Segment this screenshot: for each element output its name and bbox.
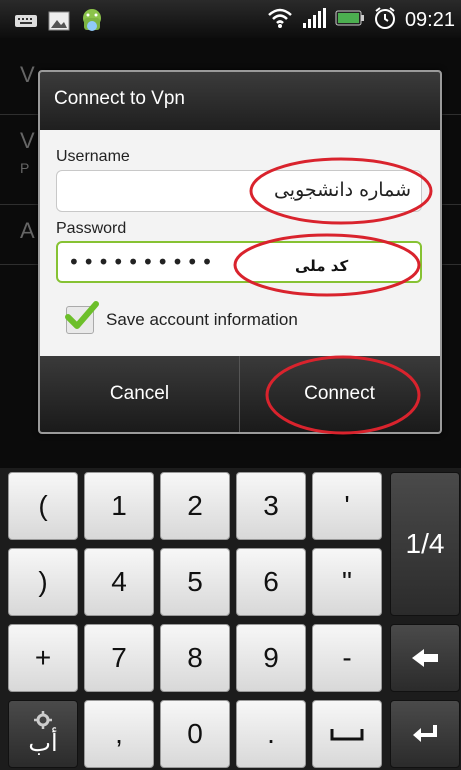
key-apostrophe[interactable]: '	[312, 472, 382, 540]
alarm-icon	[373, 6, 397, 34]
key-period[interactable]: .	[236, 700, 306, 768]
checkmark-icon	[65, 301, 99, 329]
connect-button[interactable]: Connect	[240, 356, 439, 432]
android-icon	[80, 8, 104, 38]
key-2[interactable]: 2	[160, 472, 230, 540]
key-5[interactable]: 5	[160, 548, 230, 616]
status-bar: 09:21	[0, 0, 461, 38]
connect-vpn-dialog: Connect to Vpn Username شماره دانشجویی P…	[38, 70, 442, 434]
space-key[interactable]	[312, 700, 382, 768]
password-field[interactable]	[56, 241, 422, 283]
numeric-keyboard: ( 1 2 3 ' 1/4 ) 4 5 6 " + 7 8 9 - أب , 0…	[0, 468, 461, 770]
background-row-title: A	[20, 218, 35, 243]
key-0[interactable]: 0	[160, 700, 230, 768]
password-input[interactable]	[58, 243, 420, 281]
save-account-label: Save account information	[106, 310, 298, 329]
wifi-icon	[267, 7, 293, 33]
key-1[interactable]: 1	[84, 472, 154, 540]
gear-icon	[34, 710, 52, 729]
username-label: Username	[56, 148, 130, 165]
backspace-icon	[412, 649, 438, 667]
backspace-key[interactable]	[390, 624, 460, 692]
dialog-body: Username شماره دانشجویی Password Save ac…	[40, 130, 440, 356]
key-7[interactable]: 7	[84, 624, 154, 692]
enter-key[interactable]	[390, 700, 460, 768]
key-open-paren[interactable]: (	[8, 472, 78, 540]
keyboard-icon	[14, 13, 38, 33]
cancel-button[interactable]: Cancel	[40, 356, 240, 432]
username-annotation: شماره دانشجویی	[273, 179, 411, 201]
key-9[interactable]: 9	[236, 624, 306, 692]
space-icon	[330, 729, 364, 741]
key-3[interactable]: 3	[236, 472, 306, 540]
username-field[interactable]: شماره دانشجویی	[56, 170, 422, 212]
image-icon	[48, 11, 70, 35]
key-page-toggle[interactable]: 1/4	[390, 472, 460, 616]
dialog-buttons: Cancel Connect	[40, 356, 440, 432]
password-label: Password	[56, 220, 127, 237]
key-comma[interactable]: ,	[84, 700, 154, 768]
key-quote[interactable]: "	[312, 548, 382, 616]
background-row-title: V	[20, 62, 35, 87]
key-language-label: أب	[28, 729, 58, 757]
key-4[interactable]: 4	[84, 548, 154, 616]
key-close-paren[interactable]: )	[8, 548, 78, 616]
signal-icon	[301, 7, 327, 33]
dialog-title: Connect to Vpn	[54, 88, 185, 109]
battery-icon	[335, 9, 365, 31]
password-annotation: کد ملی	[295, 257, 349, 275]
key-6[interactable]: 6	[236, 548, 306, 616]
status-time: 09:21	[404, 8, 455, 31]
key-language[interactable]: أب	[8, 700, 78, 768]
key-8[interactable]: 8	[160, 624, 230, 692]
dialog-title-bar: Connect to Vpn	[40, 72, 440, 130]
background-row-title: V	[20, 128, 35, 153]
save-account-row[interactable]: Save account information	[65, 301, 298, 338]
key-minus[interactable]: -	[312, 624, 382, 692]
background-row-subtitle: P	[20, 160, 30, 176]
save-account-checkbox[interactable]	[65, 301, 99, 334]
enter-icon	[413, 725, 437, 742]
key-plus[interactable]: +	[8, 624, 78, 692]
